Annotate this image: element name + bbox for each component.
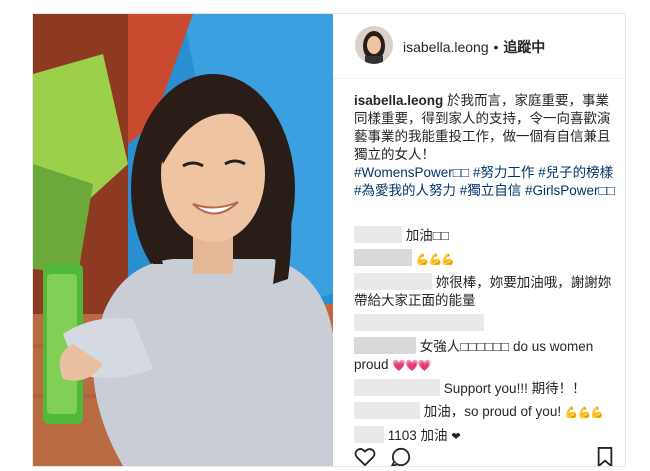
comment-item: 1103 加油 ❤ (354, 426, 616, 446)
redacted-username (354, 273, 432, 290)
comment-text: 1103 加油 (387, 428, 448, 443)
comment-emoji: 💪💪💪 (415, 254, 455, 266)
post-actions (354, 447, 616, 466)
comment-item: 女強人□□□□□□ do us women proud 💗💗💗 (354, 337, 616, 375)
header-user-line: isabella.leong • 追蹤中 (403, 37, 545, 57)
comment-item: Support you!!! 期待！！ (354, 379, 616, 398)
heart-outline-icon[interactable] (354, 447, 376, 466)
post-caption: isabella.leong 於我而言，家庭重要，事業同樣重要，得到家人的支持，… (354, 92, 616, 200)
comment-item: 妳很棒，妳要加油哦，謝謝妳帶給大家正面的能量 (354, 273, 616, 310)
caption-hashtags[interactable]: #WomensPower□□ #努力工作 #兒子的榜樣 #為愛我的人努力 #獨立… (354, 165, 615, 198)
caption-username[interactable]: isabella.leong (354, 93, 443, 108)
comment-bubble-icon[interactable] (390, 447, 412, 466)
redacted-username (354, 226, 402, 243)
redacted-username (354, 249, 412, 266)
avatar-image (355, 26, 393, 64)
redacted-username (354, 379, 440, 396)
post-header: isabella.leong • 追蹤中 (333, 14, 625, 79)
follow-status-button[interactable]: 追蹤中 (503, 39, 545, 55)
comment-text: 加油，so proud of you! (423, 404, 562, 419)
instagram-post: isabella.leong • 追蹤中 isabella.leong 於我而言… (32, 13, 626, 467)
comment-list: 加油□□ 💪💪💪 妳很棒，妳要加油哦，謝謝妳帶給大家正面的能量 女強人□□□□□… (354, 226, 616, 450)
comment-text: 加油□□ (405, 228, 450, 243)
comment-item: 加油，so proud of you! 💪💪💪 (354, 402, 616, 422)
comment-emoji: 💪💪💪 (564, 407, 604, 419)
comment-emoji: 💗💗💗 (392, 360, 431, 372)
comment-item (354, 314, 616, 333)
redacted-username (354, 402, 420, 419)
post-photo[interactable] (33, 14, 333, 466)
comment-item: 💪💪💪 (354, 249, 616, 269)
bookmark-icon-svg (597, 447, 613, 466)
heart-outline-icon-svg (354, 448, 376, 466)
avatar[interactable] (355, 26, 393, 64)
comment-text: Support you!!! 期待！！ (443, 381, 586, 396)
comment-emoji: ❤ (451, 431, 460, 443)
comment-bubble-icon-svg (390, 447, 411, 466)
header-separator: • (493, 39, 499, 55)
redacted-username (354, 314, 484, 331)
post-side-panel: isabella.leong • 追蹤中 isabella.leong 於我而言… (333, 14, 625, 466)
comment-item: 加油□□ (354, 226, 616, 245)
redacted-username (354, 426, 384, 443)
redacted-username (354, 337, 416, 354)
header-username[interactable]: isabella.leong (403, 39, 489, 55)
bookmark-icon[interactable] (596, 447, 614, 466)
photo-illustration (33, 14, 333, 466)
